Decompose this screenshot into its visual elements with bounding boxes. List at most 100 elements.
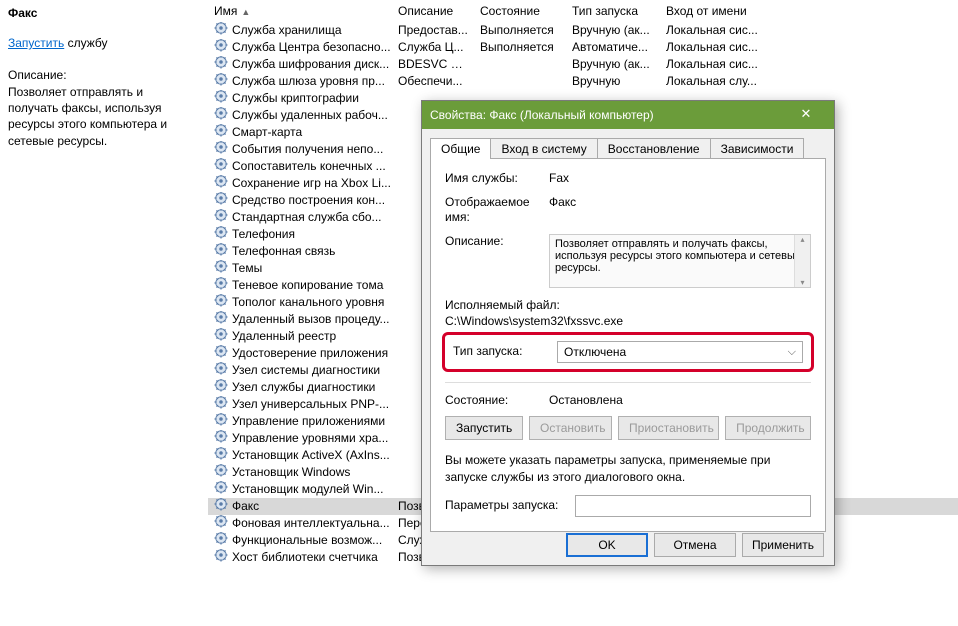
- label-executable: Исполняемый файл:: [445, 298, 811, 312]
- start-params-hint: Вы можете указать параметры запуска, при…: [445, 452, 811, 484]
- value-description-box: Позволяет отправлять и получать факсы, и…: [549, 234, 811, 288]
- cell-start: Вручную (ак...: [566, 22, 660, 39]
- cell-name: Служба Центра безопасно...: [208, 39, 392, 56]
- value-display-name: Факс: [549, 195, 811, 211]
- value-state: Остановлена: [549, 393, 811, 409]
- column-startup-type[interactable]: Тип запуска: [566, 0, 660, 22]
- cell-name: Узел службы диагностики: [208, 379, 392, 396]
- start-button[interactable]: Запустить: [445, 416, 523, 440]
- cell-name: Смарт-карта: [208, 124, 392, 141]
- gear-icon: [214, 209, 228, 226]
- highlight-startup-type: Тип запуска: Отключена: [442, 332, 814, 372]
- tab-body-general: Имя службы: Fax Отображаемое имя: Факс О…: [430, 158, 826, 532]
- cell-logon: Локальная сис...: [660, 39, 790, 56]
- cell-name: Служба шлюза уровня пр...: [208, 73, 392, 90]
- gear-icon: [214, 56, 228, 73]
- cell-name: Установщик модулей Win...: [208, 481, 392, 498]
- gear-icon: [214, 379, 228, 396]
- sort-asc-icon: ▲: [241, 7, 250, 17]
- cell-name: Службы удаленных рабоч...: [208, 107, 392, 124]
- cell-name: Удаленный реестр: [208, 328, 392, 345]
- gear-icon: [214, 294, 228, 311]
- cell-name: Служба шифрования диск...: [208, 56, 392, 73]
- label-start-params: Параметры запуска:: [445, 498, 575, 514]
- cell-name: События получения непо...: [208, 141, 392, 158]
- column-description[interactable]: Описание: [392, 0, 474, 22]
- gear-icon: [214, 73, 228, 90]
- cell-name: Управление уровнями хра...: [208, 430, 392, 447]
- cell-name: Служба хранилища: [208, 22, 392, 39]
- start-params-input[interactable]: [575, 495, 811, 517]
- cell-logon: Локальная сис...: [660, 56, 790, 73]
- separator: [445, 382, 811, 383]
- gear-icon: [214, 277, 228, 294]
- cancel-button[interactable]: Отмена: [654, 533, 736, 557]
- value-service-name: Fax: [549, 171, 811, 187]
- gear-icon: [214, 311, 228, 328]
- state-buttons: Запустить Остановить Приостановить Продо…: [445, 416, 811, 440]
- gear-icon: [214, 515, 228, 532]
- cell-name: Тополог канального уровня: [208, 294, 392, 311]
- apply-button[interactable]: Применить: [742, 533, 824, 557]
- cell-name: Сопоставитель конечных ...: [208, 158, 392, 175]
- cell-logon: Локальная слу...: [660, 73, 790, 90]
- gear-icon: [214, 498, 228, 515]
- gear-icon: [214, 430, 228, 447]
- gear-icon: [214, 413, 228, 430]
- cell-name: Узел универсальных PNP-...: [208, 396, 392, 413]
- column-state[interactable]: Состояние: [474, 0, 566, 22]
- service-row[interactable]: Служба шифрования диск...BDESVC пр... Вру…: [208, 56, 958, 73]
- gear-icon: [214, 141, 228, 158]
- label-display-name: Отображаемое имя:: [445, 195, 549, 226]
- value-description: Позволяет отправлять и получать факсы, и…: [555, 238, 801, 274]
- gear-icon: [214, 464, 228, 481]
- start-service-text: службу: [64, 36, 107, 50]
- dialog-footer: OK Отмена Применить: [566, 533, 824, 557]
- cell-name: Узел системы диагностики: [208, 362, 392, 379]
- description-scrollbar[interactable]: ▴▾: [794, 235, 810, 287]
- service-row[interactable]: Служба шлюза уровня пр...Обеспечи...Вруч…: [208, 73, 958, 90]
- cell-name: Фоновая интеллектуальна...: [208, 515, 392, 532]
- description-text: Позволяет отправлять и получать факсы, и…: [8, 84, 192, 149]
- gear-icon: [214, 22, 228, 39]
- dialog-titlebar[interactable]: Свойства: Факс (Локальный компьютер) ✕: [422, 101, 834, 129]
- tab-logon[interactable]: Вход в систему: [490, 138, 597, 159]
- cell-name: Сохранение игр на Xbox Li...: [208, 175, 392, 192]
- gear-icon: [214, 107, 228, 124]
- tab-general[interactable]: Общие: [430, 138, 491, 159]
- column-name[interactable]: Имя▲: [208, 0, 392, 22]
- gear-icon: [214, 328, 228, 345]
- cell-name: Установщик ActiveX (AxIns...: [208, 447, 392, 464]
- cell-name: Телефония: [208, 226, 392, 243]
- cell-desc: Служба Ц...: [392, 39, 474, 56]
- cell-start: Автоматиче...: [566, 39, 660, 56]
- gear-icon: [214, 481, 228, 498]
- cell-desc: BDESVC пр...: [392, 56, 474, 73]
- gear-icon: [214, 532, 228, 549]
- tab-recovery[interactable]: Восстановление: [597, 138, 711, 159]
- cell-name: Функциональные возмож...: [208, 532, 392, 549]
- cell-name: Удаленный вызов процеду...: [208, 311, 392, 328]
- tabstrip: Общие Вход в систему Восстановление Зави…: [430, 138, 826, 159]
- cell-name: Телефонная связь: [208, 243, 392, 260]
- column-logon-as[interactable]: Вход от имени: [660, 0, 790, 22]
- description-label: Описание:: [8, 68, 192, 82]
- cell-logon: Локальная сис...: [660, 22, 790, 39]
- cell-start: Вручную: [566, 73, 660, 90]
- gear-icon: [214, 226, 228, 243]
- cell-name: Управление приложениями: [208, 413, 392, 430]
- label-service-name: Имя службы:: [445, 171, 549, 187]
- service-row[interactable]: Служба хранилищаПредостав...ВыполняетсяВ…: [208, 22, 958, 39]
- start-service-link[interactable]: Запустить: [8, 36, 64, 50]
- gear-icon: [214, 175, 228, 192]
- cell-name: Темы: [208, 260, 392, 277]
- resume-button: Продолжить: [725, 416, 811, 440]
- details-pane: Факс Запустить службу Описание: Позволяе…: [0, 0, 200, 626]
- cell-start: Вручную (ак...: [566, 56, 660, 73]
- close-icon[interactable]: ✕: [786, 101, 826, 129]
- tab-dependencies[interactable]: Зависимости: [710, 138, 805, 159]
- service-row[interactable]: Служба Центра безопасно...Служба Ц...Вып…: [208, 39, 958, 56]
- gear-icon: [214, 158, 228, 175]
- ok-button[interactable]: OK: [566, 533, 648, 557]
- startup-type-select[interactable]: Отключена: [557, 341, 803, 363]
